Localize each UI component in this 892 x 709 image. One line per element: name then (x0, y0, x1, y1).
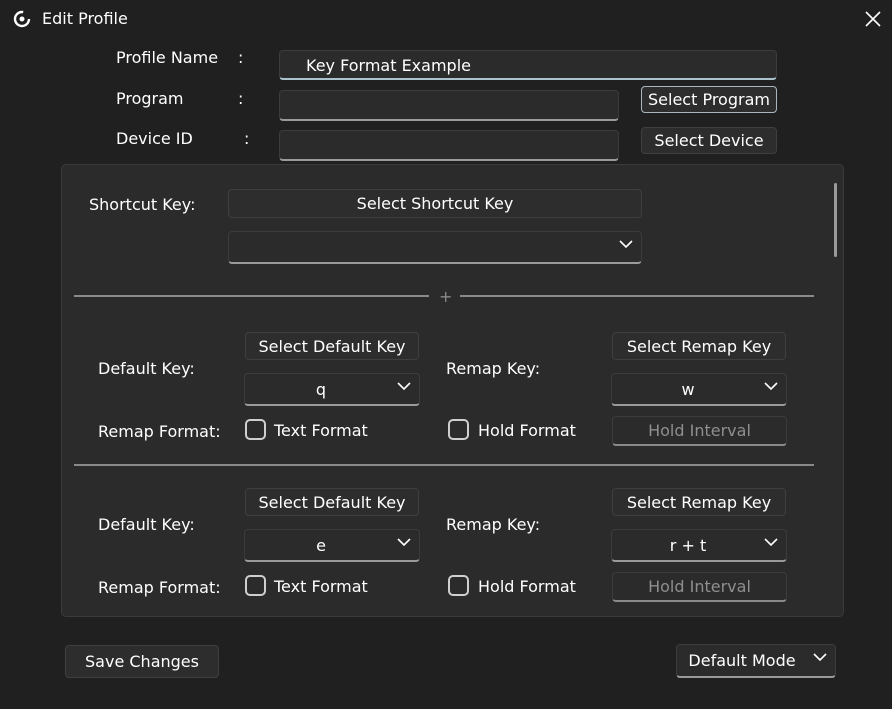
profile-name-label: Profile Name (116, 48, 219, 67)
program-input[interactable] (279, 90, 619, 121)
mode-value: Default Mode (688, 651, 796, 670)
text-format-checkbox[interactable] (245, 419, 266, 440)
select-default-key-button[interactable]: Select Default Key (245, 332, 419, 360)
default-key-dropdown[interactable]: q (244, 373, 420, 406)
remap-key-value: w (681, 380, 695, 399)
window-title: Edit Profile (42, 9, 128, 28)
remap-key-value: r + t (669, 536, 707, 555)
remap-key-label: Remap Key: (446, 515, 541, 534)
device-id-colon: : (244, 129, 250, 148)
select-program-button[interactable]: Select Program (641, 86, 777, 113)
hold-interval-input[interactable]: Hold Interval (612, 416, 787, 446)
mode-dropdown[interactable]: Default Mode (676, 644, 836, 678)
profile-name-value: Key Format Example (306, 56, 471, 75)
close-icon[interactable] (865, 11, 881, 27)
remap-format-label: Remap Format: (98, 422, 221, 441)
text-format-label: Text Format (274, 577, 368, 596)
shortcut-key-label: Shortcut Key: (89, 195, 196, 214)
remap-key-dropdown[interactable]: w (611, 373, 787, 406)
add-mapping-icon[interactable]: + (439, 287, 452, 306)
chevron-down-icon (764, 538, 778, 547)
profile-name-colon: : (238, 48, 244, 67)
select-remap-key-button[interactable]: Select Remap Key (612, 488, 786, 516)
profile-name-input[interactable]: Key Format Example (279, 50, 777, 80)
mapping-divider (74, 464, 814, 466)
chevron-down-icon (397, 382, 411, 391)
select-shortcut-key-button[interactable]: Select Shortcut Key (228, 189, 642, 218)
program-label: Program (116, 89, 184, 108)
chevron-down-icon (619, 240, 633, 249)
remap-key-dropdown[interactable]: r + t (611, 529, 787, 562)
hold-format-label: Hold Format (478, 421, 576, 440)
hold-format-label: Hold Format (478, 577, 576, 596)
remap-key-label: Remap Key: (446, 359, 541, 378)
select-remap-key-button[interactable]: Select Remap Key (612, 332, 786, 360)
default-key-value: q (315, 380, 327, 399)
mapping-panel: Shortcut Key: Select Shortcut Key + Sele… (61, 164, 844, 617)
program-colon: : (238, 89, 244, 108)
scrollbar-thumb[interactable] (834, 183, 837, 257)
select-default-key-button[interactable]: Select Default Key (245, 488, 419, 516)
remap-format-label: Remap Format: (98, 578, 221, 597)
divider-left (74, 295, 429, 297)
save-changes-button[interactable]: Save Changes (65, 645, 219, 678)
default-key-label: Default Key: (98, 515, 195, 534)
default-key-dropdown[interactable]: e (244, 529, 420, 562)
select-device-button[interactable]: Select Device (641, 127, 777, 154)
chevron-down-icon (764, 382, 778, 391)
hold-format-checkbox[interactable] (448, 575, 469, 596)
device-id-input[interactable] (279, 130, 619, 161)
hold-format-checkbox[interactable] (448, 419, 469, 440)
default-key-label: Default Key: (98, 359, 195, 378)
hold-interval-input[interactable]: Hold Interval (612, 572, 787, 602)
device-id-label: Device ID (116, 129, 193, 148)
text-format-checkbox[interactable] (245, 575, 266, 596)
text-format-label: Text Format (274, 421, 368, 440)
chevron-down-icon (813, 653, 827, 662)
divider-right (460, 295, 814, 297)
shortcut-key-dropdown[interactable] (228, 231, 642, 264)
default-key-value: e (316, 536, 326, 555)
chevron-down-icon (397, 538, 411, 547)
app-logo-icon (13, 10, 31, 28)
